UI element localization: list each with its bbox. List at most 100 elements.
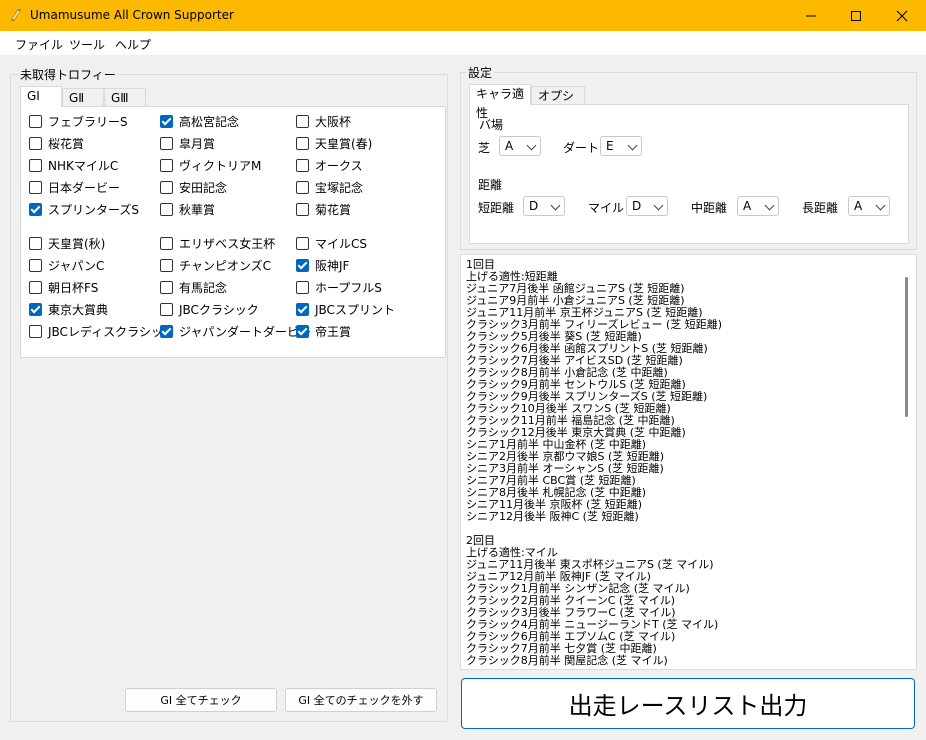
long-select-value: A [854,199,863,213]
trophy-checkbox[interactable]: エリザベス女王杯 [160,235,275,251]
trophy-checkbox[interactable]: NHKマイルC [29,157,118,173]
checkbox-checked-icon[interactable] [296,258,309,272]
trophy-checkbox-label: ジャパンC [48,258,105,273]
checkbox-unchecked-icon[interactable] [29,114,42,128]
trophy-checkbox[interactable]: ジャパンダートダービー [160,323,311,339]
checkbox-checked-icon[interactable] [160,114,173,128]
trophy-checkbox[interactable]: JBCレディスクラシック [29,323,175,339]
trophy-checkbox-label: 東京大賞典 [48,302,109,317]
trophy-checkbox[interactable]: ジャパンC [29,257,104,273]
minimize-button[interactable] [788,0,834,31]
tab-g2[interactable]: GⅡ [62,88,104,107]
turf-select[interactable]: A [499,136,541,156]
checkbox-unchecked-icon[interactable] [296,180,309,194]
trophy-checkbox[interactable]: JBCクラシック [160,301,259,317]
checkbox-checked-icon[interactable] [296,324,309,338]
checkbox-unchecked-icon[interactable] [160,302,173,316]
trophy-checkbox[interactable]: スプリンターズS [29,201,139,217]
tab-options[interactable]: オプション [531,86,585,122]
sprint-label: 短距離 [478,201,515,215]
race-list-output[interactable]: 1回目 上げる適性:短距離 ジュニア7月後半 函館ジュニアS (芝 短距離) ジュニア… [460,254,917,670]
checkbox-unchecked-icon[interactable] [160,236,173,250]
tab-g1[interactable]: GⅠ [20,86,62,107]
checkbox-unchecked-icon[interactable] [160,258,173,272]
trophy-checkbox[interactable]: 天皇賞(秋) [29,235,105,251]
checkbox-unchecked-icon[interactable] [296,202,309,216]
checkbox-unchecked-icon[interactable] [160,202,173,216]
trophy-checkbox[interactable]: 桜花賞 [29,135,84,151]
trophy-checkbox-label: 日本ダービー [48,180,121,195]
trophy-checkbox-label: 皐月賞 [179,136,216,151]
tab-character-aptitude[interactable]: キャラ適性 [469,84,531,120]
window-title: Umamusume All Crown Supporter [30,8,234,22]
checkbox-unchecked-icon[interactable] [29,180,42,194]
trophy-checkbox[interactable]: 有馬記念 [160,279,227,295]
medium-select[interactable]: A [737,196,779,216]
checkbox-checked-icon[interactable] [29,302,42,316]
trophy-checkbox[interactable]: 宝塚記念 [296,179,363,195]
output-race-list-button[interactable]: 出走レースリスト出力 [461,678,915,729]
trophy-checkbox[interactable]: 天皇賞(春) [296,135,372,151]
title-bar: Umamusume All Crown Supporter [0,0,926,31]
trophy-checkbox[interactable]: ホープフルS [296,279,382,295]
trophy-checkbox[interactable]: 東京大賞典 [29,301,108,317]
trophy-checkbox[interactable]: ヴィクトリアM [160,157,261,173]
trophy-checkbox[interactable]: マイルCS [296,235,367,251]
trophy-checkbox[interactable]: オークス [296,157,363,173]
long-select[interactable]: A [848,196,890,216]
trophy-checkbox-label: 宝塚記念 [315,180,364,195]
scrollbar-thumb[interactable] [905,277,908,417]
trophy-checkbox[interactable]: 阪神JF [296,257,349,273]
trophy-checkbox[interactable]: 安田記念 [160,179,227,195]
checkbox-unchecked-icon[interactable] [160,180,173,194]
checkbox-unchecked-icon[interactable] [29,258,42,272]
tab-g3[interactable]: GⅢ [104,88,146,107]
mile-select[interactable]: D [626,196,668,216]
checkbox-unchecked-icon[interactable] [160,158,173,172]
checkbox-unchecked-icon[interactable] [160,136,173,150]
checkbox-unchecked-icon[interactable] [29,324,42,338]
dirt-select[interactable]: E [600,136,642,156]
checkbox-unchecked-icon[interactable] [296,114,309,128]
menu-help[interactable]: ヘルプ [115,36,151,53]
menu-tools[interactable]: ツール [69,36,105,53]
trophy-checkbox[interactable]: 日本ダービー [29,179,120,195]
checkbox-unchecked-icon[interactable] [29,136,42,150]
mile-select-value: D [632,199,642,213]
check-all-button[interactable]: GⅠ 全てチェック [125,688,277,712]
close-button[interactable] [879,0,925,31]
checkbox-unchecked-icon[interactable] [29,280,42,294]
checkbox-checked-icon[interactable] [29,202,42,216]
menu-file[interactable]: ファイル [15,36,63,53]
trophy-checkbox-label: 天皇賞(春) [315,136,373,151]
trophy-checkbox[interactable]: 高松宮記念 [160,113,239,129]
sprint-select[interactable]: D [523,196,565,216]
trophy-checkbox[interactable]: 秋華賞 [160,201,215,217]
checkbox-unchecked-icon[interactable] [160,280,173,294]
trophy-checkbox[interactable]: 大阪杯 [296,113,351,129]
trophy-checkbox-label: 天皇賞(秋) [48,236,106,251]
trophy-checkbox[interactable]: チャンピオンズC [160,257,271,273]
trophy-checkbox[interactable]: 皐月賞 [160,135,215,151]
trophy-checkbox[interactable]: JBCスプリント [296,301,395,317]
checkbox-unchecked-icon[interactable] [296,136,309,150]
trophy-checkbox-label: オークス [315,158,363,173]
checkbox-checked-icon[interactable] [296,302,309,316]
trophy-checkbox-label: ホープフルS [315,280,382,295]
turf-select-value: A [505,139,514,153]
checkbox-unchecked-icon[interactable] [296,158,309,172]
mile-label: マイル [588,201,625,215]
checkbox-unchecked-icon[interactable] [296,280,309,294]
uncheck-all-button[interactable]: GⅠ 全てのチェックを外す [285,688,437,712]
checkbox-unchecked-icon[interactable] [29,158,42,172]
checkbox-unchecked-icon[interactable] [296,236,309,250]
trophy-checkbox[interactable]: 菊花賞 [296,201,351,217]
trophy-checkbox[interactable]: 朝日杯FS [29,279,98,295]
trophy-checkbox[interactable]: フェブラリーS [29,113,128,129]
trophy-checkbox[interactable]: 帝王賞 [296,323,351,339]
dirt-label: ダート [563,141,600,155]
checkbox-unchecked-icon[interactable] [29,236,42,250]
checkbox-checked-icon[interactable] [160,324,173,338]
trophy-checkbox-label: 安田記念 [179,180,228,195]
maximize-button[interactable] [833,0,879,31]
